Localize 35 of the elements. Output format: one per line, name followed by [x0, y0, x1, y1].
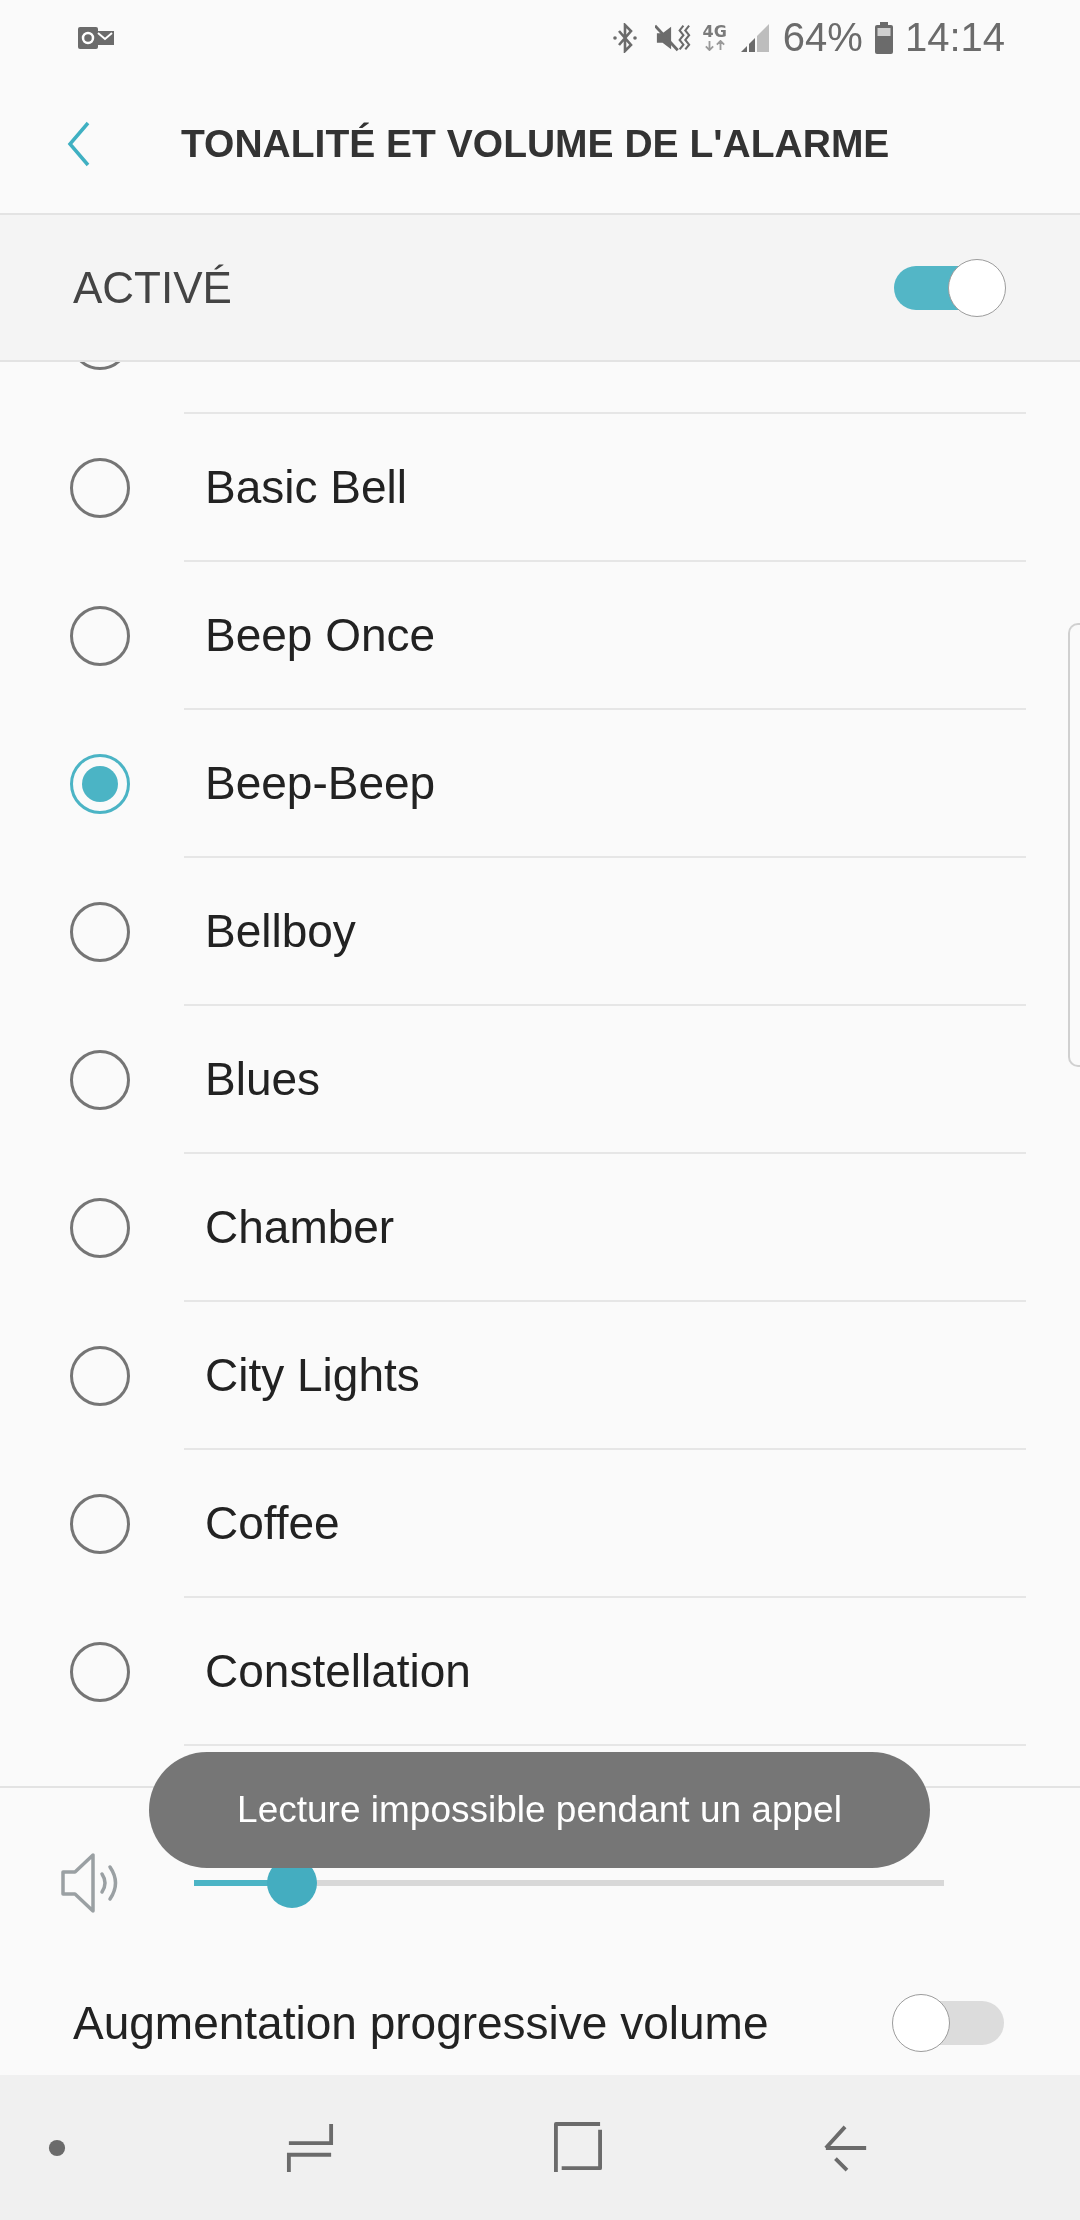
battery-percent: 64%: [782, 15, 863, 60]
screen-title: TONALITÉ ET VOLUME DE L'ALARME: [181, 122, 890, 166]
radio-button[interactable]: [70, 754, 130, 814]
radio-button[interactable]: [70, 1346, 130, 1406]
muted-vibrate-icon: [654, 22, 691, 53]
radio-button[interactable]: [70, 1050, 130, 1110]
battery-icon: [874, 21, 893, 54]
mail-app-icon: [78, 24, 114, 51]
switch-label: ACTIVÉ: [73, 262, 232, 313]
home-icon[interactable]: [554, 2121, 602, 2174]
ringtone-name[interactable]: Bellboy: [205, 904, 356, 958]
ringtone-name[interactable]: Chamber: [205, 1200, 395, 1254]
ringtone-name[interactable]: Basic Bell: [205, 460, 407, 514]
ringtone-name[interactable]: Constellation: [205, 1644, 471, 1698]
radio-button[interactable]: [70, 458, 130, 518]
toggle-switch[interactable]: [892, 1994, 1006, 2052]
ringtone-name[interactable]: Beep Once: [205, 608, 436, 662]
ringtone-name[interactable]: City Lights: [205, 1348, 420, 1402]
recent-apps-icon[interactable]: [286, 2121, 334, 2174]
ringtone-name[interactable]: Coffee: [205, 1496, 340, 1550]
radio-button[interactable]: [70, 1494, 130, 1554]
radio-button[interactable]: [70, 1642, 130, 1702]
radio-button[interactable]: [70, 902, 130, 962]
ringtone-name[interactable]: Beep-Beep: [205, 756, 436, 810]
data-arrows-icon: [703, 40, 726, 51]
setting-label: Augmentation progressive volume: [73, 1996, 769, 2050]
dot-icon[interactable]: [48, 2138, 66, 2157]
ringtone-name[interactable]: Blues: [205, 1052, 321, 1106]
network-type: 4G: [702, 24, 727, 40]
toast-message: Lecture impossible pendant un appel: [149, 1752, 930, 1868]
radio-button[interactable]: [70, 606, 130, 666]
radio-button[interactable]: [70, 1198, 130, 1258]
clock: 14:14: [904, 15, 1005, 60]
back-icon: [67, 121, 91, 167]
toggle-switch[interactable]: [892, 258, 1006, 317]
